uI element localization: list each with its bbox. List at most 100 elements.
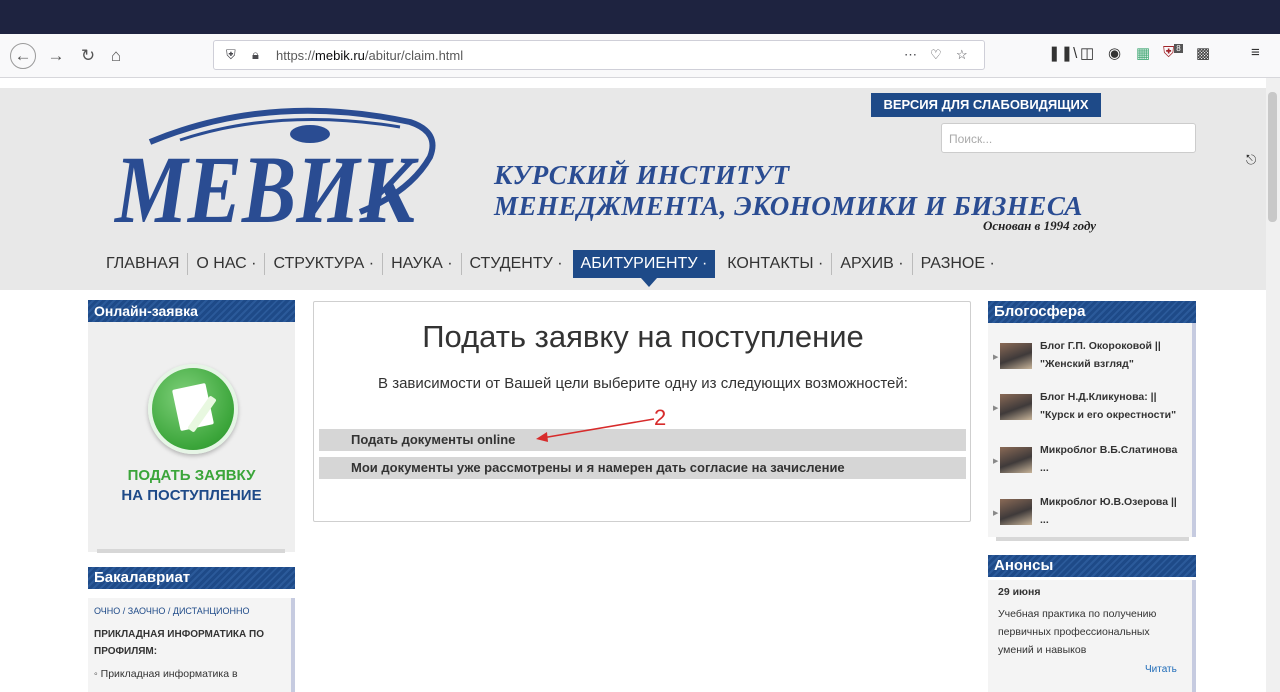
page-subtitle: В зависимости от Вашей цели выберите одн… xyxy=(378,375,908,392)
study-mode-link[interactable]: ОЧНО / ЗАОЧНО / ДИСТАНЦИОННО xyxy=(94,606,249,616)
blog-title[interactable]: Микроблог Ю.В.Озерова || ... xyxy=(1040,493,1188,529)
blog-author-photo xyxy=(1000,394,1032,420)
institute-title: КУРСКИЙ ИНСТИТУТ МЕНЕДЖМЕНТА, ЭКОНОМИКИ … xyxy=(494,160,1083,222)
chevron-right-icon: ▶ xyxy=(993,405,999,412)
nav-item-about[interactable]: О НАС · xyxy=(190,250,262,278)
site-header: МЕВИК КУРСКИЙ ИНСТИТУТ МЕНЕДЖМЕНТА, ЭКОН… xyxy=(0,88,1266,290)
nav-item-contacts[interactable]: КОНТАКТЫ · xyxy=(721,250,829,278)
blog-title-line2: "Курск и его окрестности" xyxy=(1040,409,1177,421)
nav-divider xyxy=(911,253,913,275)
blog-title[interactable]: Блог Г.П. Окороковой || "Женский взгляд" xyxy=(1040,337,1188,373)
more-icon[interactable]: ⋯ xyxy=(904,47,917,63)
reload-icon[interactable]: ↻ xyxy=(76,44,100,68)
nav-divider xyxy=(460,253,462,275)
extension-icon[interactable]: ▦ xyxy=(1136,44,1150,62)
announcements-list: 29 июня Учебная практика по получению пе… xyxy=(988,580,1196,692)
annotation-number: 2 xyxy=(654,405,667,430)
blog-item[interactable]: ▶ Микроблог Ю.В.Озерова || ... xyxy=(988,493,1192,533)
divider xyxy=(1192,323,1196,537)
annotation-arrow xyxy=(536,418,655,442)
url-text[interactable]: https://mebik.ru/abitur/claim.html xyxy=(276,48,463,63)
pocket-icon[interactable]: ♡ xyxy=(930,47,942,63)
nav-item-student[interactable]: СТУДЕНТУ · xyxy=(464,250,569,278)
blog-title-line2: ... xyxy=(1040,462,1049,474)
chevron-right-icon: ▶ xyxy=(993,354,999,361)
blog-author-photo xyxy=(1000,447,1032,473)
blog-author-photo xyxy=(1000,343,1032,369)
nav-divider xyxy=(264,253,266,275)
founded-text: Основан в 1994 году xyxy=(983,218,1097,233)
low-vision-button[interactable]: ВЕРСИЯ ДЛЯ СЛАБОВИДЯЩИХ xyxy=(871,93,1101,117)
search-placeholder: Поиск... xyxy=(949,132,993,146)
online-application-header: Онлайн-заявка xyxy=(88,300,295,322)
forward-icon[interactable]: → xyxy=(44,44,68,68)
document-pen-icon[interactable] xyxy=(148,364,238,454)
blog-author-photo xyxy=(1000,499,1032,525)
program-item-label: Прикладная информатика в xyxy=(100,668,238,680)
blog-title[interactable]: Блог Н.Д.Кликунова: || "Курск и его окре… xyxy=(1040,388,1188,424)
nav-item-misc[interactable]: РАЗНОЕ · xyxy=(915,250,1001,278)
page-scrollbar[interactable] xyxy=(1266,78,1280,692)
scroll-thumb[interactable] xyxy=(1268,92,1277,222)
blog-title-line1: Блог Н.Д.Кликунова: || xyxy=(1040,391,1157,403)
library-icon[interactable]: ❚❚\ xyxy=(1048,44,1077,62)
lock-icon[interactable]: 🔒︎ xyxy=(252,47,259,63)
shield-icon[interactable]: ⛨ xyxy=(226,47,236,63)
divider xyxy=(1192,580,1196,692)
chevron-right-icon: ▶ xyxy=(993,458,999,465)
page-title: Подать заявку на поступление xyxy=(422,319,864,354)
nav-item-structure[interactable]: СТРУКТУРА · xyxy=(267,250,380,278)
nav-item-applicant[interactable]: АБИТУРИЕНТУ · xyxy=(572,250,716,287)
blogs-header: Блогосфера xyxy=(988,301,1196,323)
search-input[interactable]: Поиск... xyxy=(941,123,1196,153)
nav-item-archive[interactable]: АРХИВ · xyxy=(834,250,909,278)
mebik-logo[interactable]: МЕВИК xyxy=(110,102,440,232)
main-nav: ГЛАВНАЯ О НАС · СТРУКТУРА · НАУКА · СТУД… xyxy=(100,250,1001,287)
divider xyxy=(97,549,285,553)
announcement-date: 29 июня xyxy=(998,586,1041,598)
home-icon[interactable]: ⌂ xyxy=(104,44,128,68)
divider xyxy=(996,537,1189,541)
chevron-right-icon: ▶ xyxy=(993,510,999,517)
blog-title-line2: ... xyxy=(1040,514,1049,526)
logo-text: МЕВИК xyxy=(113,136,419,232)
url-bar[interactable]: ⛨ 🔒︎ https://mebik.ru/abitur/claim.html … xyxy=(213,40,985,70)
ublock-icon[interactable]: ⛨ 8 xyxy=(1163,44,1183,61)
blog-title-line1: Микроблог Ю.В.Озерова || xyxy=(1040,496,1177,508)
program-item[interactable]: ◦ Прикладная информатика в xyxy=(94,668,238,680)
nav-item-home[interactable]: ГЛАВНАЯ xyxy=(100,250,185,278)
nav-item-science[interactable]: НАУКА · xyxy=(385,250,458,278)
blog-title-line1: Микроблог В.Б.Слатинова xyxy=(1040,444,1178,456)
back-icon[interactable]: ← xyxy=(10,43,36,69)
apply-link-line1[interactable]: ПОДАТЬ ЗАЯВКУ xyxy=(88,467,295,484)
blog-title[interactable]: Микроблог В.Б.Слатинова ... xyxy=(1040,441,1188,477)
blog-item[interactable]: ▶ Блог Н.Д.Кликунова: || "Курск и его ок… xyxy=(988,388,1192,428)
read-more-link[interactable]: Читать xyxy=(1145,664,1177,675)
ublock-badge: 8 xyxy=(1174,44,1183,53)
nav-divider xyxy=(831,253,833,275)
blog-title-line1: Блог Г.П. Окороковой || xyxy=(1040,340,1161,352)
bachelor-header: Бакалавриат xyxy=(88,567,295,589)
blog-item[interactable]: ▶ Блог Г.П. Окороковой || "Женский взгля… xyxy=(988,337,1192,377)
apply-link-line2[interactable]: НА ПОСТУПЛЕНИЕ xyxy=(88,487,295,504)
wallet-icon[interactable]: ▩ xyxy=(1196,44,1210,62)
bachelor-list: ОЧНО / ЗАОЧНО / ДИСТАНЦИОННО ПРИКЛАДНАЯ … xyxy=(88,598,295,692)
program-heading: ПРИКЛАДНАЯ ИНФОРМАТИКА ПО ПРОФИЛЯМ: xyxy=(94,629,264,657)
announcement-text: Учебная практика по получению первичных … xyxy=(998,608,1157,656)
bookmark-star-icon[interactable]: ☆ xyxy=(956,47,968,63)
blog-item[interactable]: ▶ Микроблог В.Б.Слатинова ... xyxy=(988,441,1192,481)
window-top-bar xyxy=(0,0,1280,34)
consent-option[interactable]: Мои документы уже рассмотрены и я намере… xyxy=(319,457,966,479)
account-icon[interactable]: ◉ xyxy=(1108,44,1121,62)
blogs-list: ▶ Блог Г.П. Окороковой || "Женский взгля… xyxy=(988,323,1196,537)
menu-icon[interactable]: ≡ xyxy=(1251,44,1260,61)
announcements-header: Анонсы xyxy=(988,555,1196,577)
blog-title-line2: "Женский взгляд" xyxy=(1040,358,1134,370)
apply-widget[interactable]: ПОДАТЬ ЗАЯВКУ НА ПОСТУПЛЕНИЕ xyxy=(88,322,295,552)
nav-divider xyxy=(187,253,189,275)
institute-title-line1: КУРСКИЙ ИНСТИТУТ xyxy=(494,160,790,190)
divider xyxy=(291,598,295,692)
nav-divider xyxy=(382,253,384,275)
sidebar-handle-icon[interactable]: ⎋ xyxy=(1246,152,1256,168)
sidebar-icon[interactable]: ◫ xyxy=(1080,44,1094,62)
